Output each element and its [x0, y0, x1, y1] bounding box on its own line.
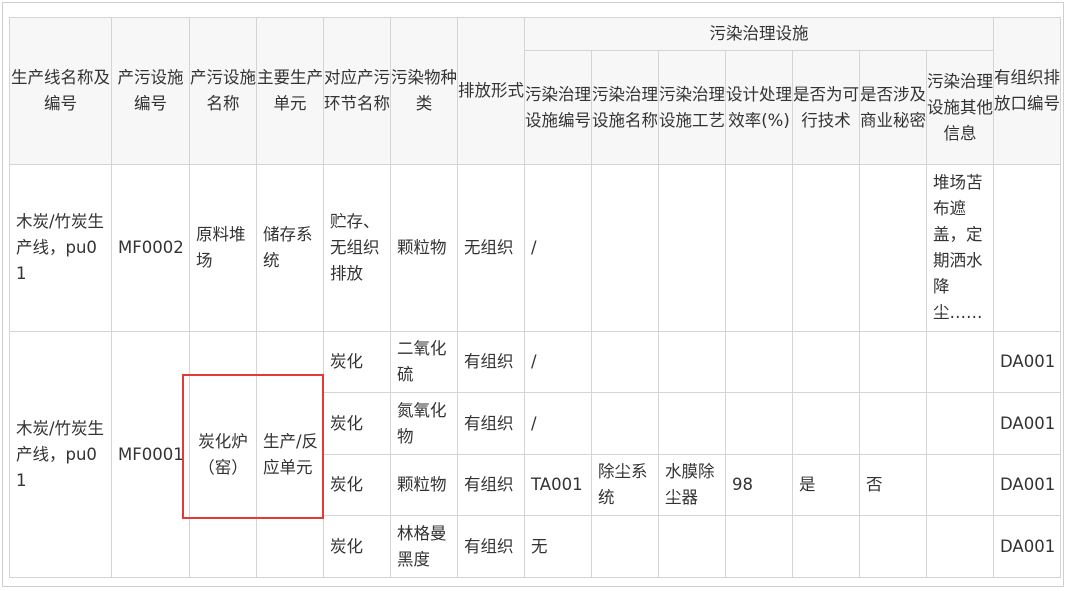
cell-unit: 储存系统	[256, 164, 324, 332]
cell-facility-name: 炭化炉（窑）	[189, 331, 257, 578]
cell-stage: 炭化	[323, 331, 391, 393]
cell-other-info	[926, 392, 994, 455]
cell-stage: 贮存、无组织排放	[323, 164, 391, 332]
cell-efficiency	[725, 331, 793, 393]
cell-pollutant: 颗粒物	[390, 454, 458, 516]
cell-outlet	[993, 164, 1061, 332]
col-header-stage: 对应产污环节名称	[323, 17, 391, 165]
cell-treat-name	[591, 164, 659, 332]
cell-stage: 炭化	[323, 392, 391, 455]
cell-facility-name: 原料堆场	[189, 164, 257, 332]
cell-secret	[859, 515, 927, 578]
col-header-treat-id: 污染治理设施编号	[524, 50, 592, 165]
cell-pollutant: 氮氧化物	[390, 392, 458, 455]
cell-efficiency	[725, 164, 793, 332]
col-header-unit: 主要生产单元	[256, 17, 324, 165]
cell-efficiency: 98	[725, 454, 793, 516]
cell-emission: 有组织	[457, 454, 525, 516]
cell-treat-id: /	[524, 164, 592, 332]
cell-facility-id: MF0001	[111, 331, 190, 578]
col-header-facility-id: 产污设施编号	[111, 17, 190, 165]
cell-treat-name	[591, 515, 659, 578]
cell-facility-id: MF0002	[111, 164, 190, 332]
cell-secret	[859, 331, 927, 393]
cell-feasible	[792, 164, 860, 332]
cell-treat-id: TA001	[524, 454, 592, 516]
cell-outlet: DA001	[993, 392, 1061, 455]
cell-unit: 生产/反应单元	[256, 331, 324, 578]
table-row: 木炭/竹炭生产线，pu01 MF0002 原料堆场 储存系统 贮存、无组织排放 …	[9, 164, 1061, 332]
cell-treat-name: 除尘系统	[591, 454, 659, 516]
col-header-other-info: 污染治理设施其他信息	[926, 50, 994, 165]
cell-stage: 炭化	[323, 454, 391, 516]
cell-feasible	[792, 331, 860, 393]
col-header-pollutant: 污染物种类	[390, 17, 458, 165]
cell-efficiency	[725, 515, 793, 578]
cell-outlet: DA001	[993, 515, 1061, 578]
cell-treat-process	[658, 164, 726, 332]
cell-emission: 有组织	[457, 515, 525, 578]
col-header-outlet: 有组织排放口编号	[993, 17, 1061, 165]
cell-stage: 炭化	[323, 515, 391, 578]
cell-emission: 有组织	[457, 392, 525, 455]
cell-other-info	[926, 454, 994, 516]
cell-other-info	[926, 331, 994, 393]
col-header-line: 生产线名称及编号	[9, 17, 112, 165]
cell-outlet: DA001	[993, 454, 1061, 516]
cell-emission: 无组织	[457, 164, 525, 332]
cell-secret: 否	[859, 454, 927, 516]
cell-treat-process	[658, 331, 726, 393]
cell-pollutant: 颗粒物	[390, 164, 458, 332]
cell-secret	[859, 164, 927, 332]
cell-outlet: DA001	[993, 331, 1061, 393]
cell-line: 木炭/竹炭生产线，pu01	[9, 331, 112, 578]
cell-pollutant: 二氧化硫	[390, 331, 458, 393]
col-header-secret: 是否涉及商业秘密	[859, 50, 927, 165]
cell-feasible	[792, 515, 860, 578]
cell-treat-name	[591, 392, 659, 455]
cell-treat-id: 无	[524, 515, 592, 578]
cell-pollutant: 林格曼黑度	[390, 515, 458, 578]
cell-efficiency	[725, 392, 793, 455]
col-header-treat-name: 污染治理设施名称	[591, 50, 659, 165]
cell-treat-name	[591, 331, 659, 393]
cell-treat-process: 水膜除尘器	[658, 454, 726, 516]
cell-treat-id: /	[524, 392, 592, 455]
cell-other-info	[926, 515, 994, 578]
pollution-facility-table: 生产线名称及编号 产污设施编号 产污设施名称 主要生产单元 对应产污环节名称 污…	[9, 17, 1061, 578]
cell-emission: 有组织	[457, 331, 525, 393]
cell-treat-process	[658, 392, 726, 455]
cell-treat-id: /	[524, 331, 592, 393]
cell-line: 木炭/竹炭生产线，pu01	[9, 164, 112, 332]
cell-feasible	[792, 392, 860, 455]
col-header-facility-name: 产污设施名称	[189, 17, 257, 165]
cell-other-info: 堆场苫布遮盖，定期洒水降尘……	[926, 164, 994, 332]
col-header-treat-process: 污染治理设施工艺	[658, 50, 726, 165]
cell-treat-process	[658, 515, 726, 578]
col-group-header-treatment: 污染治理设施	[524, 17, 994, 51]
col-header-emission: 排放形式	[457, 17, 525, 165]
col-header-feasible: 是否为可行技术	[792, 50, 860, 165]
cell-secret	[859, 392, 927, 455]
table-row: 木炭/竹炭生产线，pu01 MF0001 炭化炉（窑） 生产/反应单元 炭化 二…	[9, 331, 1061, 578]
col-header-efficiency: 设计处理效率(%)	[725, 50, 793, 165]
cell-feasible: 是	[792, 454, 860, 516]
